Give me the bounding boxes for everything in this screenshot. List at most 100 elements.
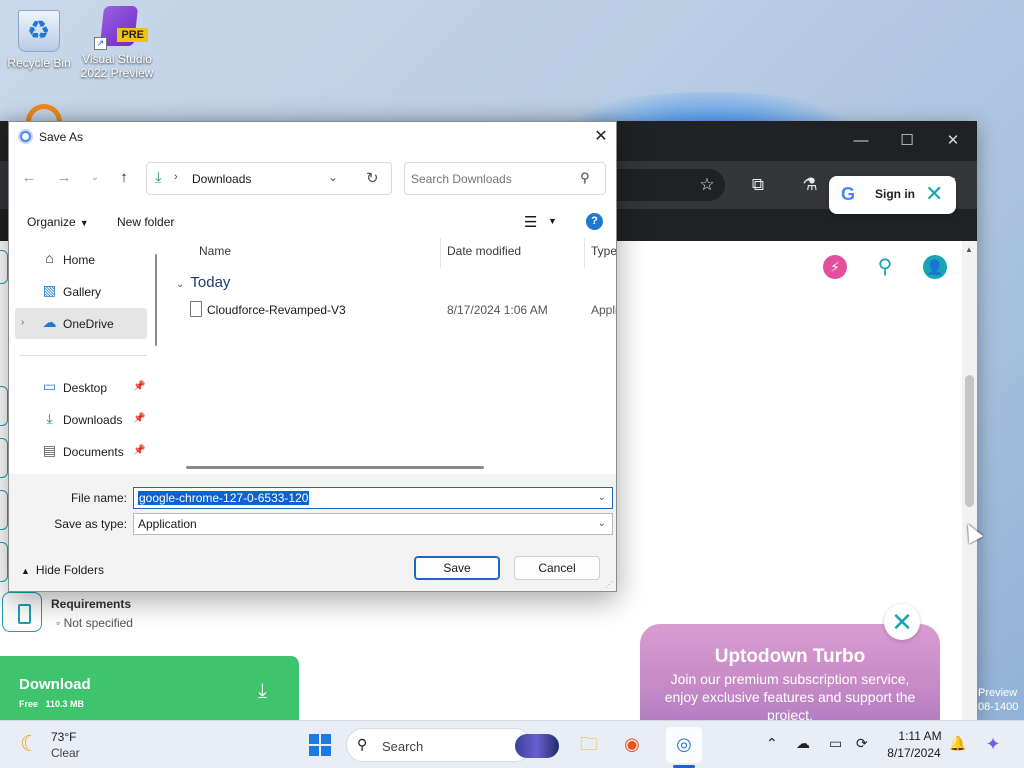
address-breadcrumb[interactable]: ⤓ › Downloads ⌄ ↻: [146, 162, 392, 195]
downloads-folder-icon: ⤓: [155, 169, 162, 186]
weather-temperature[interactable]: 73°F: [51, 730, 76, 744]
bookmark-star-icon[interactable]: ☆: [695, 173, 719, 197]
nav-item-downloads[interactable]: ⤓ Downloads 📌: [9, 404, 147, 435]
nav-label: Desktop: [63, 381, 108, 395]
clock-time[interactable]: 1:11 AM: [896, 729, 944, 743]
page-scrollbar[interactable]: ▲: [962, 241, 977, 720]
recent-chevron-icon[interactable]: ⌄: [83, 166, 107, 190]
new-folder-button[interactable]: New folder: [117, 215, 174, 229]
moon-weather-icon[interactable]: ☾: [20, 731, 40, 757]
labs-flask-icon[interactable]: ⚗: [798, 173, 822, 197]
group-header-today[interactable]: ⌄ Today: [176, 274, 230, 291]
download-label: Download: [19, 676, 91, 693]
google-signin-prompt[interactable]: G Sign in ✕: [829, 176, 956, 214]
sidebar-item[interactable]: [0, 386, 8, 426]
turbo-close-button[interactable]: ✕: [884, 604, 920, 640]
save-type-select[interactable]: Application ⌄: [133, 513, 613, 535]
table-row[interactable]: Cloudforce-Revamped-V3 8/17/2024 1:06 AM…: [180, 298, 616, 322]
search-icon[interactable]: ⚲: [873, 255, 897, 279]
file-explorer-icon[interactable]: 🗀: [576, 731, 602, 757]
sidebar-item[interactable]: [0, 490, 8, 530]
weather-description[interactable]: Clear: [51, 746, 80, 760]
extensions-icon[interactable]: ⧉: [746, 173, 770, 197]
nav-label: Downloads: [63, 413, 123, 427]
refresh-icon[interactable]: ↻: [366, 169, 379, 187]
resize-grip-icon[interactable]: ⋰: [605, 580, 613, 589]
chevron-down-icon[interactable]: ⌄: [598, 492, 606, 503]
show-hidden-icons-chevron[interactable]: ⌃: [766, 735, 778, 752]
notifications-bell-icon[interactable]: 🔔: [949, 735, 966, 752]
hide-folders-button[interactable]: ▲ Hide Folders: [21, 563, 104, 577]
sync-icon[interactable]: ⟳: [856, 735, 868, 752]
file-name: Cloudforce-Revamped-V3: [207, 303, 346, 317]
cancel-button[interactable]: Cancel: [514, 556, 600, 580]
save-as-dialog: Save As ✕ ← → ⌄ ↑ ⤓ › Downloads ⌄ ↻ ⚲ Or…: [8, 121, 617, 592]
view-options-chevron-icon[interactable]: ▼: [548, 216, 557, 226]
chevron-down-icon[interactable]: ⌄: [328, 170, 338, 184]
expand-chevron-icon[interactable]: ›: [21, 317, 24, 328]
nav-item-onedrive[interactable]: › ☁ OneDrive: [15, 308, 147, 339]
organize-button[interactable]: Organize ▼: [27, 215, 89, 229]
user-account-icon[interactable]: 👤: [923, 255, 947, 279]
sidebar-item[interactable]: [0, 250, 8, 284]
desktop-icon-label: Recycle Bin: [7, 56, 71, 70]
desktop-icon-recycle-bin[interactable]: Recycle Bin: [1, 10, 77, 70]
column-header-type[interactable]: Type: [591, 244, 616, 258]
chrome-icon[interactable]: ◎: [671, 731, 697, 757]
nav-divider: [19, 355, 147, 356]
turbo-bolt-icon[interactable]: ⚡: [823, 255, 847, 279]
view-list-icon[interactable]: ☰: [524, 213, 537, 231]
dialog-titlebar: Save As ✕: [9, 122, 616, 152]
desktop-icon-visual-studio[interactable]: PRE ↗ Visual Studio 2022 Preview: [79, 6, 155, 80]
file-name-field[interactable]: google-chrome-127-0-6533-120 ⌄: [133, 487, 613, 509]
preview-watermark: Preview 08-1400: [978, 687, 1019, 713]
minimize-button[interactable]: —: [846, 129, 876, 153]
column-divider[interactable]: [440, 238, 441, 268]
display-icon[interactable]: ▭: [829, 735, 842, 752]
search-icon[interactable]: ⚲: [580, 170, 590, 186]
column-header-date[interactable]: Date modified: [447, 244, 521, 258]
clock-date[interactable]: 8/17/2024: [884, 746, 944, 760]
search-input[interactable]: [411, 169, 571, 189]
sidebar-item[interactable]: [0, 542, 8, 582]
download-button[interactable]: Download Free 110.3 MB ⤓: [0, 656, 299, 720]
save-button[interactable]: Save: [414, 556, 500, 580]
signin-label: Sign in: [875, 187, 915, 201]
column-divider[interactable]: [584, 238, 585, 268]
horizontal-scrollbar[interactable]: [186, 466, 484, 469]
close-icon[interactable]: ✕: [925, 181, 943, 207]
forward-arrow-icon[interactable]: →: [52, 166, 76, 190]
file-name-value[interactable]: google-chrome-127-0-6533-120: [138, 491, 310, 505]
chevron-up-icon: ▲: [21, 566, 30, 576]
scroll-up-arrow-icon[interactable]: ▲: [965, 245, 973, 254]
download-size: Free 110.3 MB: [19, 699, 85, 709]
nav-item-home[interactable]: ⌂ Home: [9, 244, 147, 275]
start-windows-icon[interactable]: [309, 734, 331, 756]
back-arrow-icon[interactable]: ←: [17, 166, 41, 190]
close-button[interactable]: ✕: [938, 129, 968, 153]
help-icon[interactable]: ?: [586, 213, 603, 230]
search-box[interactable]: ⚲: [404, 162, 606, 195]
copilot-icon[interactable]: ✦: [980, 731, 1006, 757]
breadcrumb-location[interactable]: Downloads: [192, 172, 251, 186]
nav-item-desktop[interactable]: ▭ Desktop 📌: [9, 372, 147, 403]
save-form: File name: google-chrome-127-0-6533-120 …: [9, 474, 616, 591]
firefox-icon[interactable]: ◉: [619, 731, 645, 757]
up-arrow-icon[interactable]: ↑: [112, 166, 136, 190]
nav-label: Home: [63, 253, 96, 267]
scrollbar-thumb[interactable]: [965, 375, 974, 507]
pin-icon: 📌: [133, 381, 146, 392]
requirements-phone-icon: [2, 592, 42, 632]
network-disconnected-icon[interactable]: ☁: [796, 735, 810, 752]
chevron-down-icon[interactable]: ⌄: [598, 518, 606, 529]
nav-scrollbar[interactable]: [155, 254, 157, 346]
dialog-close-button[interactable]: ✕: [587, 125, 615, 149]
column-header-name[interactable]: Name: [199, 244, 231, 258]
nav-item-gallery[interactable]: ▧ Gallery: [9, 276, 147, 307]
nav-item-documents[interactable]: ▤ Documents 📌: [9, 436, 147, 467]
taskbar-search[interactable]: ⚲ Search: [346, 728, 559, 762]
breadcrumb-separator-icon: ›: [174, 171, 178, 183]
maximize-button[interactable]: ☐: [892, 129, 922, 153]
collapse-chevron-icon[interactable]: ⌄: [176, 279, 184, 290]
sidebar-item[interactable]: [0, 438, 8, 478]
